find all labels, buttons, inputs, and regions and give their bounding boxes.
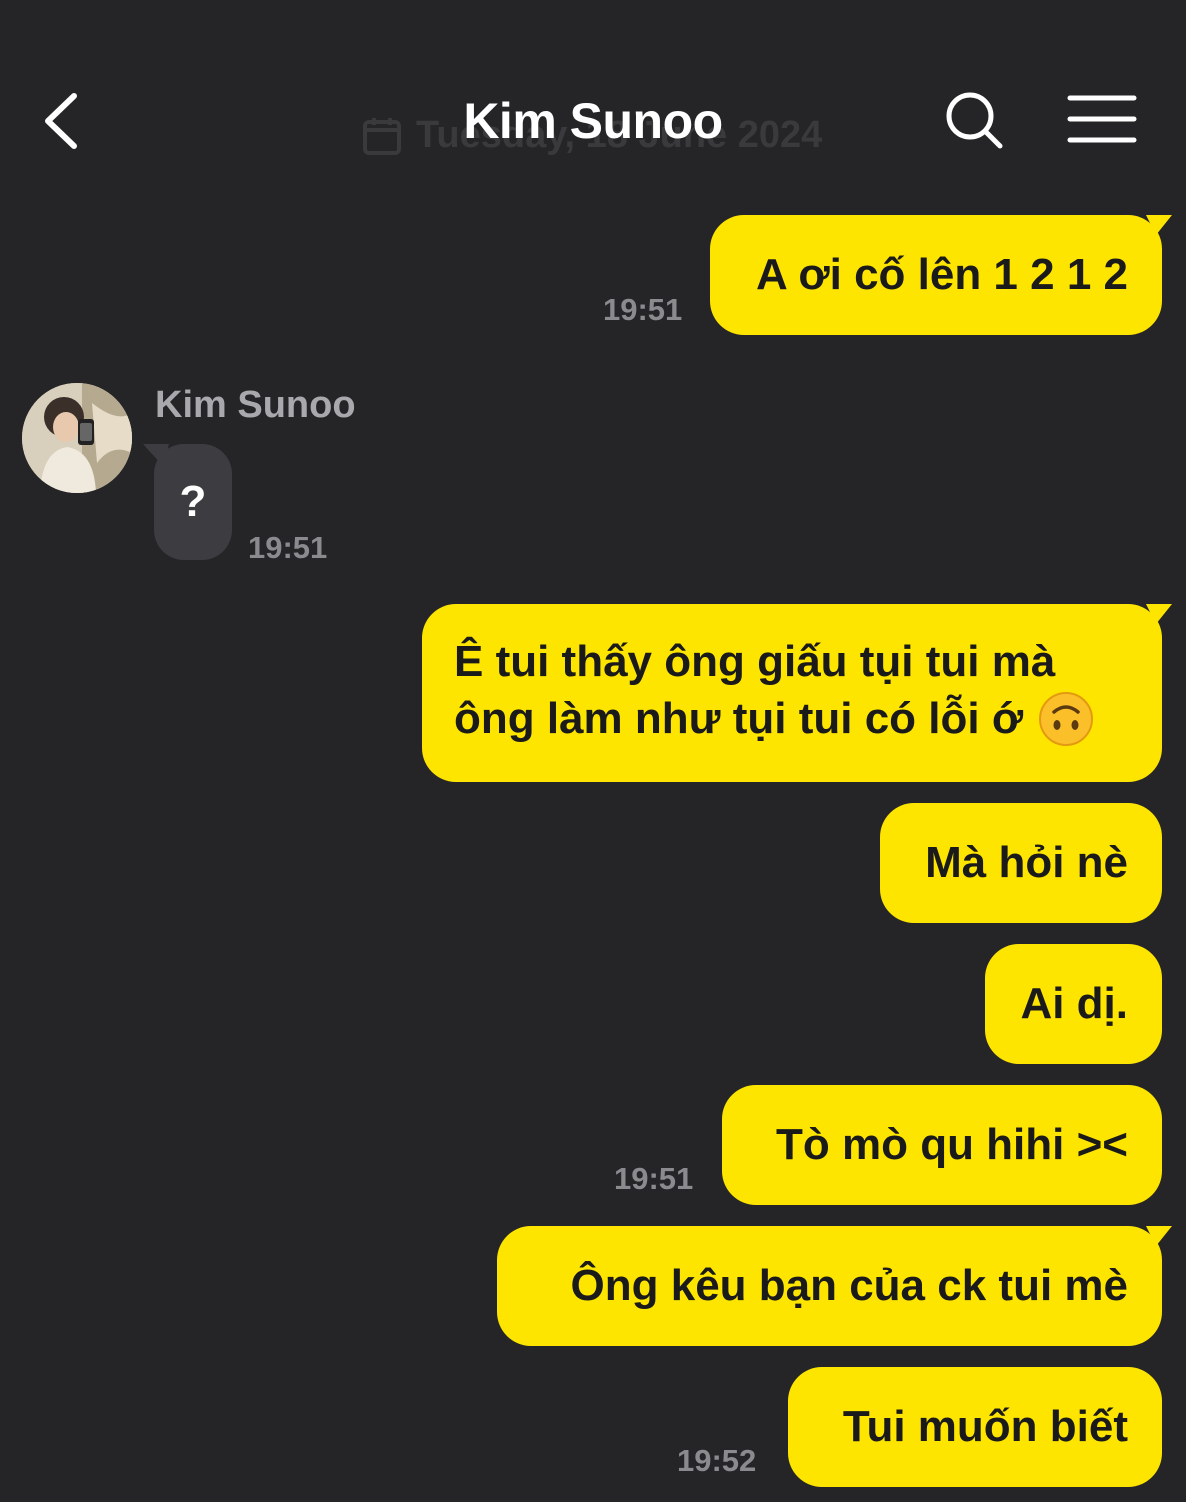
bubble-tail [1146, 604, 1172, 624]
bubble-tail [1146, 1226, 1172, 1246]
outgoing-message[interactable]: Ông kêu bạn của ck tui mè [497, 1226, 1172, 1346]
message-time: 19:52 [677, 1443, 757, 1478]
menu-button[interactable] [1066, 92, 1138, 148]
message-line: ông làm như tụi tui có lỗi ớ [454, 694, 1024, 743]
message-text: A ơi cố lên 1 2 1 2 [755, 250, 1128, 299]
message-text: Mà hỏi nè [925, 838, 1128, 887]
message-text: Tui muốn biết [842, 1402, 1128, 1451]
message-line: Ê tui thấy ông giấu tụi tui mà [454, 637, 1056, 686]
sender-name: Kim Sunoo [155, 384, 356, 426]
bubble-tail [1146, 215, 1172, 235]
message-time: 19:51 [248, 530, 328, 565]
message-text: Tò mò qu hihi >< [776, 1120, 1128, 1169]
message-text: Ông kêu bạn của ck tui mè [570, 1261, 1128, 1310]
search-button[interactable] [940, 88, 1010, 154]
profile-photo [22, 383, 132, 493]
hamburger-menu-icon [1067, 95, 1137, 143]
outgoing-message[interactable]: Ai dị. [985, 944, 1162, 1064]
outgoing-message[interactable]: Ê tui thấy ông giấu tụi tui mà ông làm n… [422, 604, 1172, 782]
outgoing-message[interactable]: Tò mò qu hihi >< [722, 1085, 1162, 1205]
avatar[interactable] [22, 383, 132, 493]
upside-down-face-emoji: 🙃 [1037, 690, 1095, 748]
outgoing-message[interactable]: Mà hỏi nè [880, 803, 1162, 923]
message-text: Ai dị. [1020, 979, 1128, 1028]
incoming-message[interactable]: ? [154, 444, 232, 560]
search-icon [946, 92, 1003, 149]
outgoing-message[interactable]: A ơi cố lên 1 2 1 2 [710, 215, 1172, 335]
message-time: 19:51 [614, 1161, 694, 1196]
outgoing-message[interactable]: Tui muốn biết [788, 1367, 1162, 1487]
message-time: 19:51 [603, 292, 683, 327]
